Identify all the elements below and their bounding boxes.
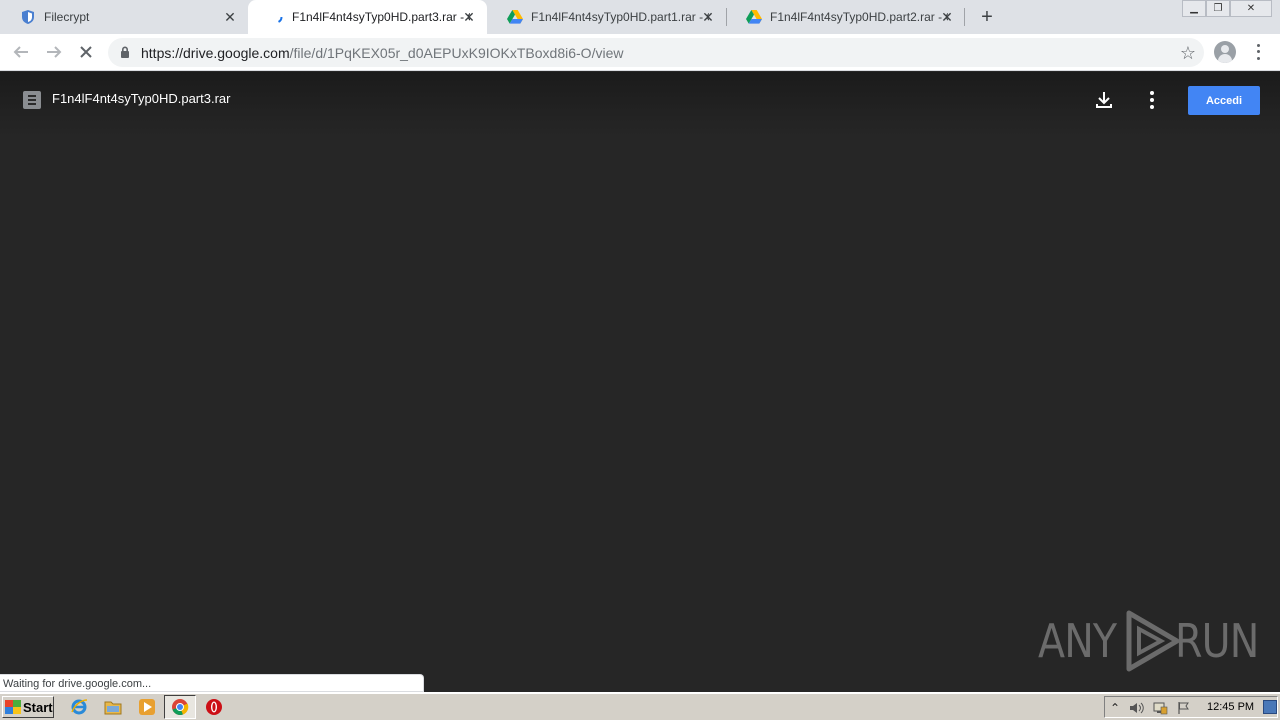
system-tray: ⌃ 12:45 PM (1104, 696, 1278, 718)
media-player-icon[interactable] (138, 698, 156, 716)
watermark-left-text: ANY (1038, 614, 1117, 668)
loading-status: Waiting for drive.google.com... (0, 674, 424, 692)
taskbar: Start ⌃ 12:45 PM (0, 692, 1280, 720)
anyrun-watermark: ANY RUN (1038, 606, 1272, 676)
tab-title: F1n4lF4nt4syTyp0HD.part2.rar - Google Dr… (770, 10, 948, 24)
window-controls: ▁ ❐ ✕ (1182, 0, 1272, 18)
arrow-right-icon (47, 46, 62, 58)
profile-avatar[interactable] (1214, 41, 1236, 63)
internet-explorer-icon[interactable] (70, 698, 88, 716)
restore-icon: ❐ (1213, 3, 1223, 14)
forward-button[interactable] (42, 40, 66, 64)
chrome-icon (172, 699, 189, 716)
tab-separator (964, 8, 965, 26)
close-icon: ✕ (1246, 3, 1256, 14)
watermark-right-text: RUN (1174, 614, 1259, 668)
google-drive-favicon-icon (746, 9, 762, 25)
tab-strip: Filecrypt ✕ F1n4lF4nt4syTyp0HD.part3.rar… (0, 0, 1280, 34)
windows-logo-icon (5, 700, 21, 714)
close-window-button[interactable]: ✕ (1230, 0, 1272, 17)
download-icon[interactable] (1094, 90, 1114, 110)
network-icon[interactable] (1152, 700, 1168, 716)
play-logo-icon (1126, 610, 1180, 672)
signin-button[interactable]: Accedi (1188, 86, 1260, 115)
start-button[interactable]: Start (2, 696, 54, 718)
url-text: https://drive.google.com/file/d/1PqKEX05… (141, 45, 623, 61)
loading-spinner-icon (268, 9, 284, 25)
stop-loading-button[interactable] (74, 40, 98, 64)
new-tab-button[interactable]: + (976, 6, 998, 28)
google-drive-favicon-icon (507, 9, 523, 25)
plus-icon: + (981, 5, 993, 28)
archive-file-icon (23, 91, 41, 109)
restore-button[interactable]: ❐ (1206, 0, 1230, 17)
minimize-button[interactable]: ▁ (1182, 0, 1206, 17)
chrome-menu-icon[interactable] (1250, 42, 1266, 62)
close-icon (80, 46, 92, 58)
file-name: F1n4lF4nt4syTyp0HD.part3.rar (52, 91, 231, 106)
viewer-header: F1n4lF4nt4syTyp0HD.part3.rar Accedi (0, 72, 1280, 138)
browser-toolbar: https://drive.google.com/file/d/1PqKEX05… (0, 34, 1280, 71)
close-tab-icon[interactable]: ✕ (461, 9, 477, 25)
volume-icon[interactable] (1129, 700, 1145, 716)
back-button[interactable] (9, 40, 33, 64)
drive-file-viewer: F1n4lF4nt4syTyp0HD.part3.rar Accedi (0, 72, 1280, 692)
more-vert-icon[interactable] (1146, 90, 1158, 110)
show-desktop-button[interactable] (1263, 700, 1277, 714)
action-center-flag-icon[interactable] (1175, 700, 1191, 716)
lock-icon (121, 46, 129, 58)
shield-favicon-icon (20, 9, 36, 25)
url-path: /file/d/1PqKEX05r_d0AEPUxK9IOKxTBoxd8i6-… (289, 45, 624, 61)
chrome-taskbar-button[interactable] (164, 695, 196, 719)
url-host: https://drive.google.com (141, 45, 290, 61)
tab-drive-part1[interactable]: F1n4lF4nt4syTyp0HD.part1.rar - Google Dr… (487, 0, 726, 34)
tab-drive-part2[interactable]: F1n4lF4nt4syTyp0HD.part2.rar - Google Dr… (726, 0, 965, 34)
tab-title: Filecrypt (44, 10, 90, 24)
tab-title: F1n4lF4nt4syTyp0HD.part3.rar - Google Dr… (292, 10, 470, 24)
clock[interactable]: 12:45 PM (1207, 701, 1254, 713)
tab-title: F1n4lF4nt4syTyp0HD.part1.rar - Google Dr… (531, 10, 709, 24)
close-tab-icon[interactable]: ✕ (222, 9, 238, 25)
bookmark-star-icon[interactable]: ☆ (1180, 43, 1196, 64)
close-tab-icon[interactable]: ✕ (700, 9, 716, 25)
close-tab-icon[interactable]: ✕ (939, 9, 955, 25)
arrow-left-icon (13, 46, 28, 58)
start-label: Start (23, 699, 53, 715)
minimize-icon: ▁ (1190, 3, 1198, 14)
tab-filecrypt[interactable]: Filecrypt ✕ (0, 0, 248, 34)
opera-icon[interactable] (205, 698, 223, 716)
tab-drive-part3[interactable]: F1n4lF4nt4syTyp0HD.part3.rar - Google Dr… (248, 0, 487, 34)
address-bar[interactable]: https://drive.google.com/file/d/1PqKEX05… (108, 38, 1204, 67)
show-hidden-icons-icon[interactable]: ⌃ (1107, 700, 1123, 716)
explorer-folder-icon[interactable] (104, 698, 122, 716)
